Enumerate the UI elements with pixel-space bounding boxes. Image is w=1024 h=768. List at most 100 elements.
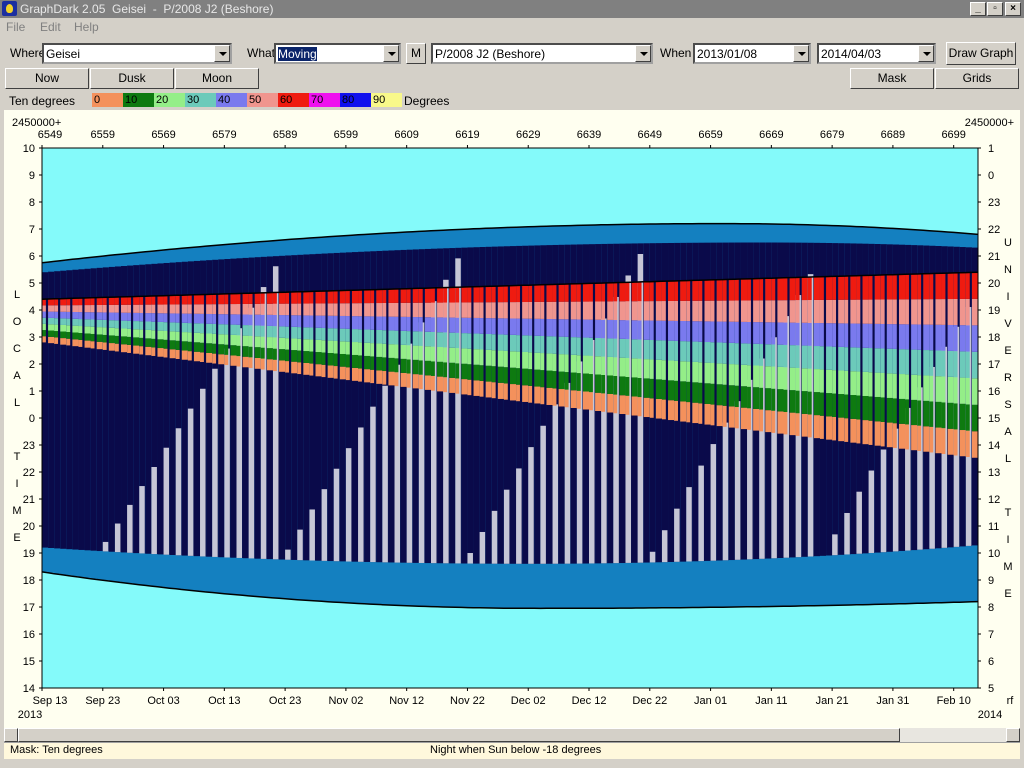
altitude-band	[528, 385, 533, 403]
chevron-down-icon[interactable]	[383, 45, 399, 62]
date-tick: Nov 22	[450, 695, 485, 707]
altitude-band	[291, 350, 298, 362]
altitude-band	[193, 294, 201, 305]
horizontal-scrollbar[interactable]	[4, 728, 1020, 742]
scroll-thumb[interactable]	[18, 728, 900, 742]
altitude-band	[412, 317, 420, 332]
altitude-band	[169, 331, 177, 341]
dusk-button[interactable]: Dusk	[90, 68, 174, 89]
altitude-band	[728, 385, 736, 407]
altitude-band	[285, 338, 290, 350]
what-combo[interactable]: Moving	[274, 43, 401, 64]
altitude-band	[546, 387, 553, 405]
altitude-band	[801, 277, 809, 301]
altitude-band	[424, 375, 432, 390]
altitude-band	[114, 304, 119, 313]
minimize-button[interactable]: _	[970, 2, 986, 16]
chevron-down-icon[interactable]	[635, 45, 651, 62]
m-button[interactable]: M	[406, 43, 426, 64]
altitude-band	[595, 301, 602, 320]
legend-number: 70	[311, 94, 324, 106]
altitude-band	[157, 313, 164, 322]
altitude-band	[479, 365, 484, 381]
altitude-band	[716, 405, 724, 427]
altitude-band	[722, 405, 727, 427]
altitude-band	[181, 350, 189, 360]
local-hour-tick: 10	[23, 143, 35, 155]
altitude-band	[303, 339, 310, 352]
altitude-band	[60, 311, 67, 319]
altitude-band	[437, 376, 444, 392]
altitude-band	[880, 348, 885, 373]
moon-button[interactable]: Moon	[175, 68, 259, 89]
altitude-band	[345, 367, 350, 381]
altitude-band	[692, 382, 699, 403]
moonlit-column	[151, 466, 157, 555]
end-date-combo[interactable]: 2014/04/03	[817, 43, 936, 64]
altitude-band	[777, 411, 784, 434]
altitude-band	[272, 314, 277, 327]
altitude-band	[424, 302, 432, 318]
now-button[interactable]: Now	[5, 68, 89, 89]
altitude-band	[78, 312, 83, 320]
altitude-band	[260, 347, 265, 359]
altitude-band	[601, 338, 606, 357]
altitude-band	[254, 357, 262, 369]
altitude-band	[248, 335, 253, 347]
menu-edit[interactable]: Edit	[40, 20, 61, 34]
altitude-band	[911, 299, 918, 325]
chevron-down-icon[interactable]	[918, 45, 934, 62]
altitude-band	[613, 320, 618, 339]
moonlit-column	[856, 491, 862, 554]
close-button[interactable]: ×	[1005, 2, 1021, 16]
altitude-band	[552, 388, 557, 406]
altitude-band	[376, 289, 383, 304]
draw-graph-button[interactable]: Draw Graph	[946, 42, 1016, 65]
ut-hour-tick: 6	[988, 656, 994, 668]
altitude-band	[260, 358, 265, 370]
altitude-band	[84, 305, 92, 313]
altitude-band	[789, 345, 797, 368]
altitude-band	[84, 297, 92, 306]
altitude-band	[449, 347, 456, 363]
altitude-band	[753, 300, 760, 323]
altitude-band	[607, 356, 614, 376]
where-combo[interactable]: Geisei	[42, 43, 232, 64]
altitude-band	[856, 395, 861, 420]
altitude-band	[242, 346, 250, 357]
grids-button[interactable]: Grids	[935, 68, 1019, 89]
altitude-band	[959, 272, 967, 299]
altitude-band	[892, 348, 897, 374]
altitude-band	[759, 365, 764, 388]
legend-number: 40	[218, 94, 231, 106]
altitude-band	[540, 318, 545, 336]
altitude-band	[923, 400, 930, 427]
chevron-down-icon[interactable]	[793, 45, 809, 62]
legend-unit: Degrees	[404, 94, 450, 108]
moonlit-column	[102, 541, 109, 552]
scroll-right-button[interactable]	[1006, 728, 1020, 742]
mask-button[interactable]: Mask	[850, 68, 934, 89]
altitude-band	[601, 301, 606, 320]
chevron-down-icon[interactable]	[214, 45, 230, 62]
altitude-band	[759, 409, 764, 432]
start-date-combo[interactable]: 2013/01/08	[693, 43, 811, 64]
menu-file[interactable]: File	[6, 20, 25, 34]
scroll-left-button[interactable]	[4, 728, 18, 742]
altitude-band	[619, 301, 626, 321]
object-combo[interactable]: P/2008 J2 (Beshore)	[431, 43, 653, 64]
altitude-band	[145, 296, 152, 305]
altitude-band	[497, 366, 505, 383]
moonlit-column	[661, 530, 668, 563]
altitude-band	[157, 339, 164, 349]
graph-svg: 2450000+ 2450000+6549 6559 6569 6579 6589 6599…	[12, 117, 1014, 721]
altitude-band	[765, 388, 772, 411]
menu-help[interactable]: Help	[74, 20, 99, 34]
altitude-band	[819, 323, 824, 347]
altitude-band	[886, 422, 894, 448]
altitude-band	[753, 365, 760, 388]
restore-button[interactable]: ▫	[987, 2, 1003, 16]
altitude-band	[175, 331, 180, 341]
altitude-band	[722, 321, 727, 343]
altitude-band	[443, 362, 448, 378]
